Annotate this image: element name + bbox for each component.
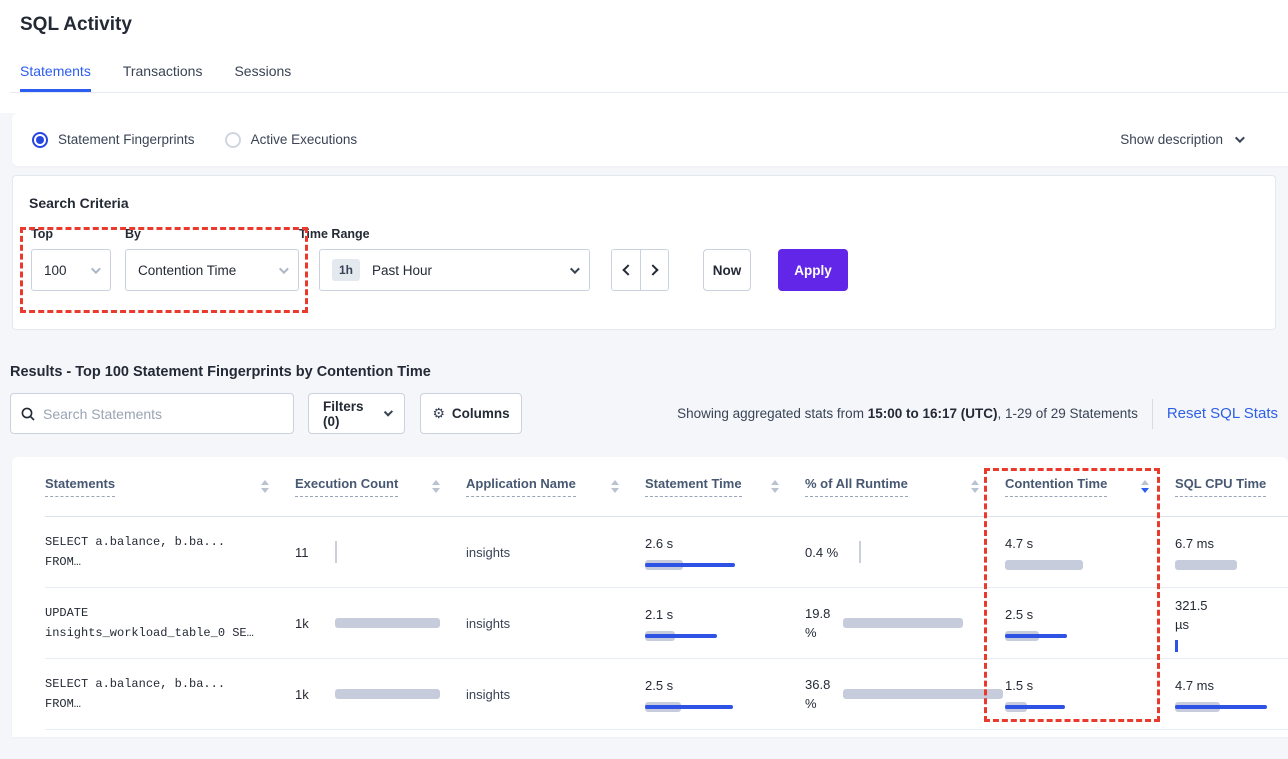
table-row: SELECT a.balance, b.ba... FROM… 11 insig… — [45, 517, 1288, 588]
tab-bar: Statements Transactions Sessions — [10, 63, 1288, 93]
statement-time-cell: 2.1 s — [645, 605, 805, 641]
columns-button[interactable]: ⚙ Columns — [420, 393, 522, 434]
column-header-runtime-pct[interactable]: % of All Runtime — [805, 476, 1005, 497]
time-range-select[interactable]: 1h Past Hour — [319, 249, 590, 291]
radio-label: Active Executions — [251, 132, 358, 147]
table-row: UPDATE insights_workload_table_0 SE… 1k … — [45, 588, 1288, 659]
application-name-cell: insights — [466, 687, 645, 702]
tab-sessions[interactable]: Sessions — [234, 63, 291, 92]
statement-link[interactable]: SELECT a.balance, b.ba... FROM… — [45, 532, 295, 572]
application-name-cell: insights — [466, 545, 645, 560]
top-label: Top — [31, 227, 125, 241]
divider — [1152, 399, 1153, 429]
sql-cpu-time-cell: 4.7 ms — [1175, 676, 1288, 712]
statement-link[interactable]: UPDATE insights_workload_table_0 SE… — [45, 603, 295, 643]
sql-cpu-time-cell: 321.5 µs — [1175, 596, 1288, 651]
previous-time-button[interactable] — [612, 250, 640, 290]
statement-link[interactable]: SELECT a.balance, b.ba... FROM… — [45, 674, 295, 714]
time-range-field: Time Range 1h Past Hour — [299, 227, 590, 291]
sort-icon[interactable] — [261, 480, 269, 493]
execution-count-cell: 1k — [295, 614, 466, 633]
search-criteria-heading: Search Criteria — [29, 195, 1275, 211]
execution-count-cell: 1k — [295, 685, 466, 704]
radio-selected-icon[interactable] — [32, 132, 48, 148]
main-area: Statement Fingerprints Active Executions… — [0, 113, 1288, 759]
stats-summary: Showing aggregated stats from 15:00 to 1… — [677, 406, 1138, 421]
chevron-down-icon — [570, 264, 580, 274]
chevron-left-icon — [622, 264, 633, 275]
by-label: By — [125, 227, 299, 241]
time-step-buttons — [611, 249, 669, 291]
statement-time-cell: 2.6 s — [645, 534, 805, 570]
view-toggle-bar: Statement Fingerprints Active Executions… — [12, 113, 1288, 166]
statements-table: Statements Execution Count Application N… — [12, 457, 1288, 737]
runtime-pct-cell: 36.8 % — [805, 675, 1005, 713]
search-statements-input[interactable] — [43, 406, 283, 422]
page-title: SQL Activity — [20, 14, 1288, 36]
show-description-label: Show description — [1120, 132, 1223, 147]
reset-sql-stats-link[interactable]: Reset SQL Stats — [1167, 405, 1278, 422]
results-title: Results - Top 100 Statement Fingerprints… — [10, 364, 1288, 380]
contention-time-cell: 4.7 s — [1005, 534, 1175, 570]
chevron-down-icon — [91, 264, 101, 274]
search-statements-box[interactable] — [10, 393, 294, 434]
radio-active-executions[interactable]: Active Executions — [225, 132, 358, 148]
by-select-value: Contention Time — [138, 263, 236, 278]
filters-button[interactable]: Filters (0) — [308, 393, 405, 434]
chevron-right-icon — [647, 264, 658, 275]
column-header-statement-time[interactable]: Statement Time — [645, 476, 805, 497]
time-range-label: Time Range — [299, 227, 590, 241]
top-select-value: 100 — [44, 263, 67, 278]
search-criteria-card: Search Criteria Top 100 By Contention Ti… — [12, 175, 1276, 330]
sort-icon[interactable] — [432, 480, 440, 493]
filters-label: Filters (0) — [323, 399, 375, 429]
chevron-down-icon — [279, 264, 289, 274]
runtime-pct-cell: 19.8 % — [805, 604, 1005, 642]
sort-icon[interactable] — [611, 480, 619, 493]
sort-icon[interactable] — [1141, 480, 1149, 493]
table-row: SELECT a.balance, b.ba... FROM… 1k insig… — [45, 659, 1288, 730]
chevron-down-icon — [384, 407, 393, 416]
chevron-down-icon — [1235, 133, 1245, 143]
contention-time-cell: 1.5 s — [1005, 676, 1175, 712]
column-header-execution-count[interactable]: Execution Count — [295, 476, 466, 497]
radio-label: Statement Fingerprints — [58, 132, 195, 147]
search-icon — [21, 407, 35, 421]
by-field: By Contention Time — [125, 227, 299, 291]
results-controls: Filters (0) ⚙ Columns Showing aggregated… — [10, 393, 1278, 434]
radio-unselected-icon[interactable] — [225, 132, 241, 148]
column-header-statements[interactable]: Statements — [45, 476, 295, 497]
page-header: SQL Activity Statements Transactions Ses… — [0, 0, 1288, 93]
statement-time-cell: 2.5 s — [645, 676, 805, 712]
contention-time-cell: 2.5 s — [1005, 605, 1175, 641]
next-time-button[interactable] — [640, 250, 668, 290]
top-field: Top 100 — [31, 227, 125, 291]
sql-cpu-time-cell: 6.7 ms — [1175, 534, 1288, 570]
sort-icon[interactable] — [971, 480, 979, 493]
sort-icon[interactable] — [771, 480, 779, 493]
apply-button[interactable]: Apply — [778, 249, 848, 291]
column-header-application-name[interactable]: Application Name — [466, 476, 645, 497]
top-select[interactable]: 100 — [31, 249, 111, 291]
show-description-toggle[interactable]: Show description — [1120, 132, 1242, 147]
time-range-badge: 1h — [332, 259, 360, 281]
radio-statement-fingerprints[interactable]: Statement Fingerprints — [32, 132, 195, 148]
by-select[interactable]: Contention Time — [125, 249, 299, 291]
tab-statements[interactable]: Statements — [20, 63, 91, 92]
execution-count-cell: 11 — [295, 543, 466, 562]
column-header-contention-time[interactable]: Contention Time — [1005, 476, 1175, 497]
now-button[interactable]: Now — [703, 249, 751, 291]
table-header-row: Statements Execution Count Application N… — [45, 457, 1288, 517]
tab-transactions[interactable]: Transactions — [123, 63, 203, 92]
time-range-value: Past Hour — [372, 263, 432, 278]
application-name-cell: insights — [466, 616, 645, 631]
columns-label: Columns — [452, 406, 510, 421]
gear-icon: ⚙ — [432, 406, 445, 422]
column-header-sql-cpu-time[interactable]: SQL CPU Time — [1175, 476, 1288, 497]
runtime-pct-cell: 0.4 % — [805, 543, 1005, 562]
